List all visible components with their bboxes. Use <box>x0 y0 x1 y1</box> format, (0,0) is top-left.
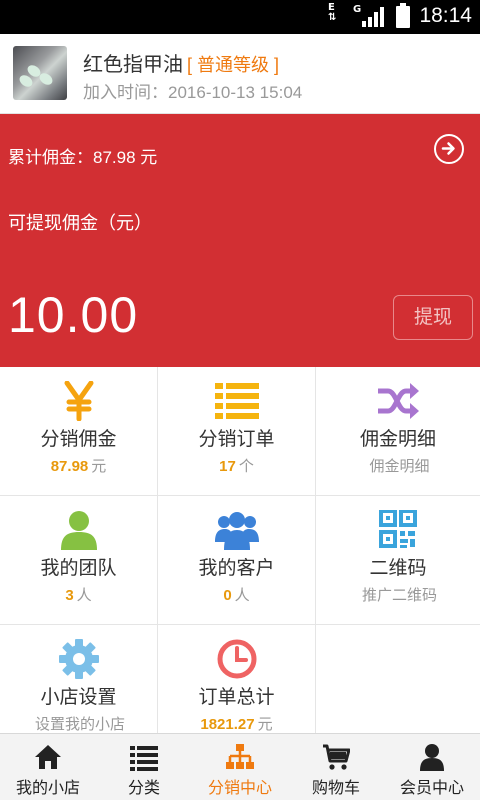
grid-item-commission-detail[interactable]: 佣金明细 佣金明细 <box>316 367 480 496</box>
gear-icon <box>58 639 99 679</box>
clock-icon <box>217 639 256 679</box>
shuffle-icon <box>378 383 419 419</box>
grid-item-title: 分销订单 <box>198 429 275 450</box>
withdrawable-label: 可提现佣金（元） <box>8 213 152 233</box>
grid-item-sub: 87.98 元 <box>50 458 107 475</box>
grid-item-sub: 佣金明细 <box>369 458 430 475</box>
qrcode-icon <box>379 510 417 548</box>
profile-header[interactable]: 红色指甲油[ 普通等级 ] 加入时间：2016-10-13 15:04 <box>0 34 480 114</box>
withdraw-button[interactable]: 提现 <box>393 295 473 340</box>
grid-item-sub: 推广二维码 <box>361 587 437 604</box>
list-icon <box>214 383 259 419</box>
clock: 18:14 <box>419 4 472 27</box>
function-grid: 分销佣金 87.98元 分销订单 17个 佣金明细 佣金明细 我的团队 3人 <box>0 367 480 733</box>
tab-category[interactable]: 分类 <box>96 734 192 801</box>
profile-name: 红色指甲油 <box>83 54 183 76</box>
grid-item-title: 佣金明细 <box>359 429 436 450</box>
grid-item-title: 我的团队 <box>40 558 117 579</box>
group-icon <box>214 512 259 550</box>
user-icon <box>420 744 444 771</box>
grid-item-commission[interactable]: 分销佣金 87.98 元 <box>0 367 158 496</box>
yen-icon <box>64 381 93 421</box>
total-commission: 累计佣金：87.98 元 <box>8 148 158 167</box>
withdrawable-amount: 10.00 <box>8 287 139 343</box>
tab-my-shop[interactable]: 我的小店 <box>0 734 96 801</box>
grid-item-order-total[interactable]: 订单总计 1821.27 元 <box>158 625 316 733</box>
arrow-right-circle-icon[interactable] <box>434 134 464 164</box>
grid-item-orders[interactable]: 分销订单 17 个 <box>158 367 316 496</box>
grid-item-my-customers[interactable]: 我的客户 0人 <box>158 496 316 625</box>
tab-label: 分类 <box>127 780 160 797</box>
grid-item-sub: 设置我的小店 <box>34 716 125 733</box>
grid-item-title: 小店设置 <box>40 687 117 708</box>
tab-label: 我的小店 <box>15 780 80 797</box>
status-bar: E ⇅ G 18:14 <box>0 0 480 34</box>
home-icon <box>35 745 61 769</box>
grid-item-empty <box>316 625 480 733</box>
sitemap-icon <box>226 744 254 769</box>
grid-item-title: 订单总计 <box>198 687 275 708</box>
tab-member-center[interactable]: 会员中心 <box>384 734 480 801</box>
battery-icon <box>396 3 410 28</box>
list-icon <box>130 746 158 771</box>
tab-label: 购物车 <box>311 780 360 797</box>
tab-cart[interactable]: 购物车 <box>288 734 384 801</box>
network-type-indicator: E ⇅ <box>328 2 337 23</box>
avatar[interactable] <box>13 46 67 100</box>
tab-distribution-center[interactable]: 分销中心 <box>192 734 288 801</box>
grid-item-sub: 1821.27 元 <box>200 716 273 733</box>
grid-item-title: 二维码 <box>369 558 427 579</box>
grid-item-sub: 3人 <box>65 587 92 604</box>
grid-item-title: 分销佣金 <box>40 429 117 450</box>
tab-label: 会员中心 <box>399 780 464 797</box>
cart-icon <box>323 744 350 770</box>
join-time: 加入时间：2016-10-13 15:04 <box>83 83 303 102</box>
signal-icon <box>362 7 384 27</box>
user-icon <box>60 511 97 550</box>
grid-item-sub: 0人 <box>223 587 250 604</box>
member-level-badge: [ 普通等级 ] <box>187 55 280 75</box>
profile-name-line: 红色指甲油[ 普通等级 ] <box>83 48 279 77</box>
grid-item-my-team[interactable]: 我的团队 3人 <box>0 496 158 625</box>
network-g-indicator: G <box>353 4 362 15</box>
grid-item-shop-settings[interactable]: 小店设置 设置我的小店 <box>0 625 158 733</box>
grid-item-sub: 17 个 <box>219 458 254 475</box>
tab-label: 分销中心 <box>207 780 272 797</box>
grid-item-qrcode[interactable]: 二维码 推广二维码 <box>316 496 480 625</box>
grid-item-title: 我的客户 <box>198 558 275 579</box>
bottom-tab-bar: 我的小店 分类 分销中心 购物车 会员中心 <box>0 733 480 800</box>
commission-banner: 累计佣金：87.98 元 可提现佣金（元） 10.00 提现 <box>0 114 480 367</box>
